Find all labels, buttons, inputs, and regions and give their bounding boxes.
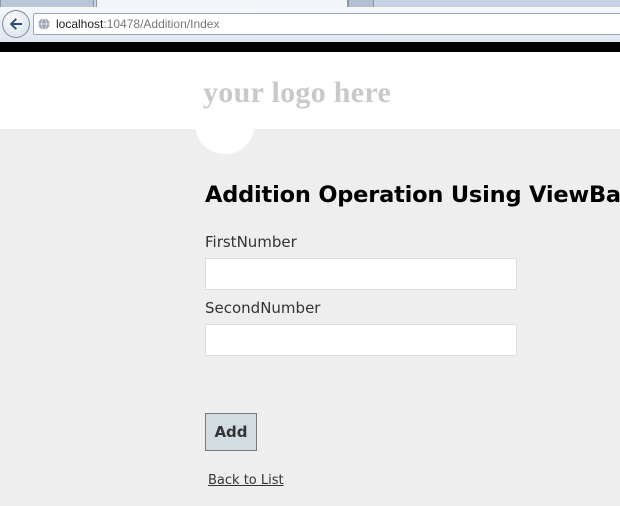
back-arrow-icon [9,18,22,30]
first-number-input[interactable] [205,258,517,290]
url-host: localhost [56,17,104,31]
globe-icon [38,18,50,30]
site-header: your logo here [0,52,620,129]
page-title: Addition Operation Using ViewBag [205,182,620,208]
browser-back-button[interactable] [2,10,30,38]
browser-toolbar: localhost:10478/Addition/Index [0,7,620,43]
url-path: :10478/Addition/Index [103,17,220,31]
back-to-list-link[interactable]: Back to List [208,473,284,488]
site-logo[interactable]: your logo here [203,76,391,110]
first-number-label: FirstNumber [205,233,297,251]
browser-tab-strip [0,0,620,7]
address-text: localhost:10478/Addition/Index [56,17,219,31]
browser-tab-active[interactable] [96,0,348,7]
top-divider-bar [0,42,620,52]
address-bar[interactable]: localhost:10478/Addition/Index [33,13,620,35]
second-number-label: SecondNumber [205,299,321,317]
second-number-input[interactable] [205,324,517,356]
header-decoration [195,112,255,154]
add-button[interactable]: Add [205,413,257,451]
browser-tab[interactable] [0,0,94,7]
browser-tab[interactable] [348,0,374,7]
